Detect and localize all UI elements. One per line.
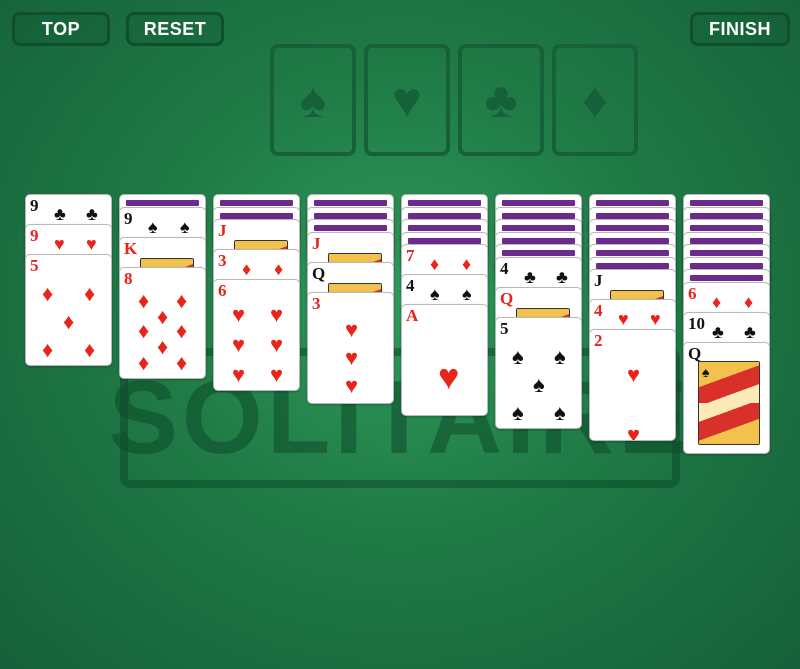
suit-pip-icon: ♦ (138, 317, 150, 343)
card-rank: 5 (30, 256, 39, 275)
card-rank: A (406, 306, 419, 325)
top-button[interactable]: TOP (12, 12, 110, 46)
suit-pip-icon: ♥ (345, 372, 359, 398)
suit-pip-icon: ♠ (512, 343, 524, 369)
foundation-diamonds[interactable]: ♦ (552, 44, 638, 156)
suit-pip-icon: ♦ (84, 281, 96, 306)
suit-pip-icon: ♦ (176, 349, 188, 375)
playing-card[interactable]: 6 ♥ ♥ ♥ ♥ ♥ ♥ (213, 279, 300, 391)
suit-pip-icon: ♥ (627, 422, 641, 441)
suit-icon: ♣ (556, 266, 568, 287)
suit-pip-icon: ♦ (176, 317, 188, 343)
face-suit-icon: ♠ (702, 363, 710, 380)
suit-pip-icon: ♥ (627, 362, 641, 387)
card-rank: 10 (688, 313, 705, 333)
suit-pip-icon: ♥ (345, 344, 359, 370)
suit-pip-icon: ♥ (232, 332, 246, 357)
card-rank: 3 (312, 293, 321, 313)
suit-icon: ♦ (274, 259, 284, 279)
card-rank: 7 (406, 246, 415, 265)
foundation-hearts[interactable]: ♥ (364, 44, 450, 156)
suit-icon: ♣ (86, 204, 98, 224)
diamond-icon: ♦ (582, 72, 608, 128)
club-icon: ♣ (484, 72, 518, 128)
card-rank: 3 (218, 251, 227, 270)
suit-icon: ♦ (462, 254, 472, 274)
suit-icon: ♥ (650, 309, 661, 329)
card-rank: 8 (124, 268, 133, 288)
card-rank: J (218, 221, 227, 240)
suit-icon: ♦ (430, 254, 440, 274)
card-rank: J (594, 271, 603, 290)
suit-icon: ♥ (54, 234, 65, 254)
playing-card[interactable]: 3 ♥ ♥ ♥ (307, 291, 394, 404)
card-rank: 9 (30, 226, 39, 245)
card-rank: 6 (218, 281, 227, 300)
suit-pip-icon: ♥ (345, 316, 359, 342)
suit-icon: ♠ (180, 216, 190, 237)
card-rank: 4 (594, 301, 603, 320)
suit-pip-icon: ♥ (270, 332, 284, 357)
playing-card[interactable]: 5 ♠ ♠ ♠ ♠ ♠ (495, 316, 582, 429)
suit-pip-icon: ♠ (554, 343, 566, 369)
suit-icon: ♠ (148, 216, 158, 237)
card-rank: 9 (124, 208, 133, 228)
card-rank: 6 (688, 283, 697, 303)
suit-pip-icon: ♠ (554, 399, 566, 425)
suit-icon: ♠ (462, 284, 472, 304)
card-rank: Q (500, 288, 514, 308)
spade-icon: ♠ (299, 72, 327, 128)
suit-pip-icon: ♠ (512, 399, 524, 425)
suit-pip-icon: ♥ (270, 302, 284, 327)
playing-card[interactable]: 5 ♦ ♦ ♦ ♦ ♦ (25, 254, 112, 366)
suit-pip-icon: ♦ (157, 333, 169, 359)
playing-card[interactable]: Q ♠ (683, 341, 770, 454)
reset-button[interactable]: RESET (126, 12, 224, 46)
suit-pip-icon: ♦ (138, 287, 150, 313)
suit-pip-icon: ♥ (270, 362, 284, 387)
playing-card[interactable]: 8 ♦ ♦ ♦ ♦ ♦ ♦ ♦ ♦ (119, 266, 206, 379)
card-rank: J (312, 233, 321, 253)
suit-icon: ♥ (618, 309, 629, 329)
suit-icon: ♦ (744, 291, 754, 312)
suit-icon: ♣ (54, 204, 66, 224)
foundation-spades[interactable]: ♠ (270, 44, 356, 156)
suit-pip-icon: ♥ (232, 302, 246, 327)
card-rank: 2 (594, 331, 603, 350)
card-rank: 4 (406, 276, 415, 295)
playing-card[interactable]: 2 ♥ ♥ (589, 329, 676, 441)
suit-pip-icon: ♥ (232, 362, 246, 387)
suit-pip-icon: ♥ (438, 356, 460, 397)
finish-button[interactable]: FINISH (690, 12, 790, 46)
suit-icon: ♦ (242, 259, 252, 279)
suit-pip-icon: ♦ (42, 337, 54, 362)
foundation-clubs[interactable]: ♣ (458, 44, 544, 156)
suit-pip-icon: ♦ (138, 349, 150, 375)
suit-pip-icon: ♦ (176, 287, 188, 313)
suit-icon: ♥ (86, 234, 97, 254)
suit-pip-icon: ♦ (84, 337, 96, 362)
suit-icon: ♣ (712, 321, 724, 342)
suit-pip-icon: ♠ (533, 371, 545, 397)
suit-icon: ♠ (430, 284, 440, 304)
card-rank: 4 (500, 258, 509, 278)
suit-icon: ♦ (712, 291, 722, 312)
heart-icon: ♥ (392, 72, 422, 128)
suit-pip-icon: ♦ (157, 303, 169, 329)
card-rank: Q (312, 263, 326, 283)
playing-card[interactable]: A ♥ (401, 304, 488, 416)
card-rank: 9 (30, 196, 39, 215)
suit-pip-icon: ♦ (42, 281, 54, 306)
queen-face-art: ♠ (698, 360, 760, 445)
suit-pip-icon: ♦ (63, 309, 75, 334)
card-rank: K (124, 238, 138, 258)
suit-icon: ♣ (524, 266, 536, 287)
card-rank: 5 (500, 318, 509, 338)
suit-icon: ♣ (744, 321, 756, 342)
